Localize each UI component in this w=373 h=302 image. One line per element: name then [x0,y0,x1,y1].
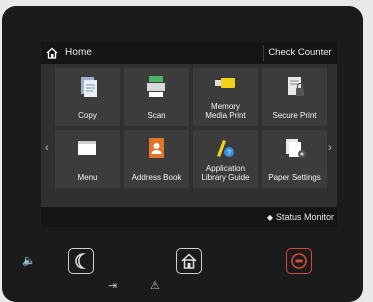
secure-print-icon [288,77,304,96]
moon-icon [75,253,84,269]
tile-label: Application Library Guide [201,164,250,182]
previous-page-arrow[interactable]: ‹ [45,142,49,154]
home-tile-grid: ‹ › Copy Scan Memory Media Print Secure … [41,64,337,222]
status-monitor-button[interactable]: ◆ Status Monitor [267,212,334,222]
application-library-icon: ? [217,140,234,157]
stop-button[interactable] [286,248,312,274]
svg-text:?: ? [227,150,231,157]
tile-label: Menu [77,173,98,182]
sleep-button[interactable] [68,248,94,274]
home-button[interactable] [176,248,202,274]
menu-icon [78,141,96,155]
data-arrow-icon: ⇥ [108,280,118,292]
tile-address-book[interactable]: Address Book [124,130,189,188]
scan-icon [147,76,165,97]
home-icon [46,47,58,59]
status-bar: ◆ Status Monitor [41,207,337,227]
tile-paper-settings[interactable]: Paper Settings [262,130,327,188]
tile-menu[interactable]: Menu [55,130,120,188]
next-page-arrow[interactable]: › [328,142,332,154]
tile-secure-print[interactable]: Secure Print [262,68,327,126]
tile-label: Address Book [131,173,182,182]
usb-memory-icon [215,78,235,88]
tile-memory-media-print[interactable]: Memory Media Print [193,68,258,126]
check-counter-button[interactable]: Check Counter [263,45,336,61]
tile-label: Memory Media Print [205,102,246,120]
home-icon [181,253,197,269]
tile-label: Scan [147,111,166,120]
stop-icon [291,253,307,269]
touch-screen: Home Check Counter ‹ › Copy Scan Memory … [41,42,337,227]
tile-label: Secure Print [272,111,317,120]
page-title: Home [65,47,93,58]
paper-settings-icon [286,139,306,158]
speaker-icon[interactable]: 🔈 [22,254,36,267]
status-monitor-icon: ◆ [266,213,273,222]
warning-icon: ⚠ [150,280,160,292]
tile-label: Paper Settings [268,173,321,182]
address-book-icon [149,138,164,158]
status-monitor-label: Status Monitor [275,212,334,222]
tile-copy[interactable]: Copy [55,68,120,126]
tile-application-library-guide[interactable]: ? Application Library Guide [193,130,258,188]
tile-scan[interactable]: Scan [124,68,189,126]
tile-label: Copy [78,111,97,120]
copy-icon [81,77,97,97]
top-bar: Home Check Counter [41,42,337,64]
